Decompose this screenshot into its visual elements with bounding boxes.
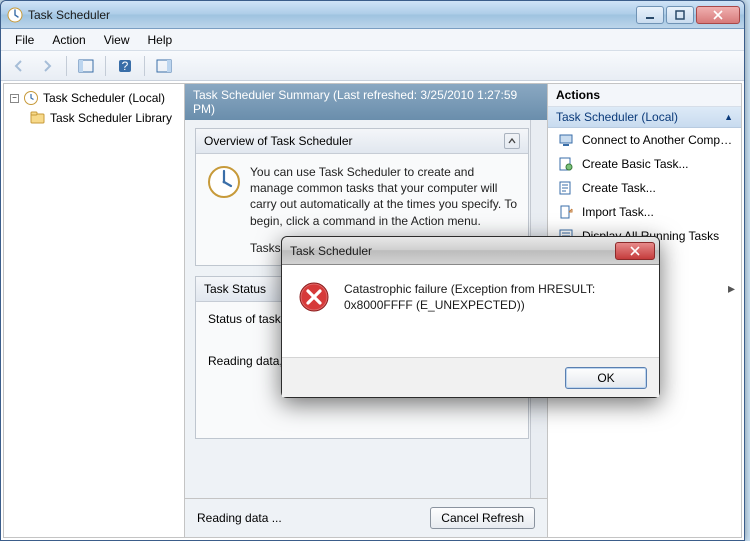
cancel-refresh-button[interactable]: Cancel Refresh bbox=[430, 507, 535, 529]
titlebar: Task Scheduler bbox=[1, 1, 744, 29]
back-button[interactable] bbox=[7, 54, 31, 78]
actions-group-title: Task Scheduler (Local) bbox=[556, 110, 678, 124]
bottom-bar: Reading data ... Cancel Refresh bbox=[185, 498, 547, 537]
toolbar-separator bbox=[144, 56, 145, 76]
caret-up-icon: ▲ bbox=[724, 112, 733, 122]
dialog-titlebar: Task Scheduler bbox=[282, 237, 659, 265]
action-label: Connect to Another Computer... bbox=[582, 133, 735, 147]
tree-library-label: Task Scheduler Library bbox=[50, 111, 172, 125]
toolbar-separator bbox=[105, 56, 106, 76]
task-icon bbox=[558, 180, 574, 196]
action-create-basic[interactable]: Create Basic Task... bbox=[548, 152, 741, 176]
dialog-message: Catastrophic failure (Exception from HRE… bbox=[344, 281, 643, 347]
help-button[interactable]: ? bbox=[113, 54, 137, 78]
menu-file[interactable]: File bbox=[7, 31, 42, 49]
clock-icon bbox=[23, 90, 39, 106]
computer-icon bbox=[558, 132, 574, 148]
action-connect[interactable]: Connect to Another Computer... bbox=[548, 128, 741, 152]
show-hide-action-pane-button[interactable] bbox=[152, 54, 176, 78]
toolbar: ? bbox=[1, 51, 744, 81]
reading-label: Reading data ... bbox=[197, 511, 282, 525]
minimize-button[interactable] bbox=[636, 6, 664, 24]
menu-view[interactable]: View bbox=[96, 31, 138, 49]
action-label: Create Task... bbox=[582, 181, 735, 195]
maximize-button[interactable] bbox=[666, 6, 694, 24]
task-status-title: Task Status bbox=[204, 282, 266, 296]
action-create-task[interactable]: Create Task... bbox=[548, 176, 741, 200]
dialog-body: Catastrophic failure (Exception from HRE… bbox=[282, 265, 659, 357]
app-icon bbox=[7, 7, 23, 23]
menu-action[interactable]: Action bbox=[44, 31, 93, 49]
toolbar-separator bbox=[66, 56, 67, 76]
menubar: File Action View Help bbox=[1, 29, 744, 51]
forward-button[interactable] bbox=[35, 54, 59, 78]
close-button[interactable] bbox=[696, 6, 740, 24]
overview-title: Overview of Task Scheduler bbox=[204, 134, 353, 148]
tree-pane: − Task Scheduler (Local) Task Scheduler … bbox=[3, 83, 185, 538]
error-icon bbox=[298, 281, 330, 313]
svg-text:?: ? bbox=[122, 59, 129, 73]
folder-icon bbox=[30, 110, 46, 126]
ok-button[interactable]: OK bbox=[565, 367, 647, 389]
collapse-button[interactable] bbox=[504, 133, 520, 149]
action-import[interactable]: Import Task... bbox=[548, 200, 741, 224]
submenu-arrow-icon: ▸ bbox=[728, 280, 735, 297]
actions-group-header[interactable]: Task Scheduler (Local) ▲ bbox=[548, 107, 741, 128]
tree-root-label: Task Scheduler (Local) bbox=[43, 91, 165, 105]
dialog-footer: OK bbox=[282, 357, 659, 397]
actions-pane-title: Actions bbox=[548, 84, 741, 107]
overview-text: You can use Task Scheduler to create and… bbox=[250, 164, 518, 229]
action-label: Import Task... bbox=[582, 205, 735, 219]
tree-root[interactable]: − Task Scheduler (Local) bbox=[8, 88, 180, 108]
tree-library[interactable]: Task Scheduler Library bbox=[8, 108, 180, 128]
task-icon bbox=[558, 156, 574, 172]
dialog-close-button[interactable] bbox=[615, 242, 655, 260]
show-hide-tree-button[interactable] bbox=[74, 54, 98, 78]
error-dialog: Task Scheduler Catastrophic failure (Exc… bbox=[281, 236, 660, 398]
window-title: Task Scheduler bbox=[28, 8, 636, 22]
expand-icon[interactable]: − bbox=[10, 94, 19, 103]
summary-header: Task Scheduler Summary (Last refreshed: … bbox=[185, 84, 547, 120]
dialog-title: Task Scheduler bbox=[290, 244, 615, 258]
import-icon bbox=[558, 204, 574, 220]
menu-help[interactable]: Help bbox=[140, 31, 181, 49]
action-label: Create Basic Task... bbox=[582, 157, 735, 171]
clock-icon bbox=[206, 164, 242, 200]
